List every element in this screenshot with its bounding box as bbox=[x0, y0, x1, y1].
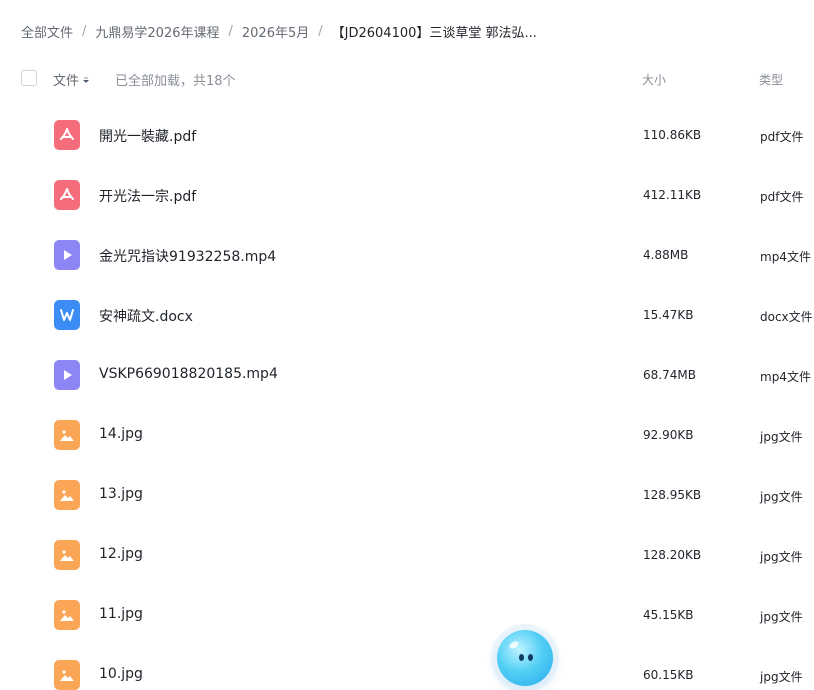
file-size: 128.20KB bbox=[643, 548, 702, 562]
file-type: mp4文件 bbox=[760, 370, 811, 384]
file-type: jpg文件 bbox=[760, 670, 803, 684]
file-type: mp4文件 bbox=[760, 250, 811, 264]
breadcrumb-item-course-folder[interactable]: 九鼎易学2026年课程 bbox=[95, 22, 219, 41]
file-type: docx文件 bbox=[760, 310, 813, 324]
file-row[interactable]: 12.jpg 128.20KB jpg文件 bbox=[0, 526, 814, 586]
file-size: 4.88MB bbox=[643, 248, 689, 262]
file-name[interactable]: 13.jpg bbox=[99, 486, 143, 502]
file-type: jpg文件 bbox=[760, 430, 803, 444]
file-name[interactable]: 開光一裝藏.pdf bbox=[99, 126, 196, 146]
mascot-shine bbox=[508, 639, 520, 651]
file-row[interactable]: VSKP669018820185.mp4 68.74MB mp4文件 bbox=[0, 346, 814, 406]
file-size: 60.15KB bbox=[643, 668, 694, 682]
breadcrumb-separator: / bbox=[228, 23, 233, 39]
file-row[interactable]: 安神疏文.docx 15.47KB docx文件 bbox=[0, 286, 814, 346]
pdf-icon bbox=[54, 180, 80, 210]
file-size: 68.74MB bbox=[643, 368, 696, 382]
sort-icon[interactable] bbox=[83, 76, 90, 83]
breadcrumb-item-month-folder[interactable]: 2026年5月 bbox=[242, 22, 309, 41]
file-name[interactable]: 开光法一宗.pdf bbox=[99, 186, 196, 206]
file-name[interactable]: 金光咒指诀91932258.mp4 bbox=[99, 246, 276, 266]
file-size: 15.47KB bbox=[643, 308, 694, 322]
assistant-mascot-icon[interactable] bbox=[497, 630, 553, 686]
file-name[interactable]: 安神疏文.docx bbox=[99, 306, 193, 326]
file-row[interactable]: 11.jpg 45.15KB jpg文件 bbox=[0, 586, 814, 646]
file-size: 128.95KB bbox=[643, 488, 702, 502]
breadcrumb: 全部文件 / 九鼎易学2026年课程 / 2026年5月 / 【JD260410… bbox=[21, 21, 537, 41]
file-name[interactable]: 10.jpg bbox=[99, 666, 143, 682]
image-icon bbox=[54, 480, 80, 510]
breadcrumb-separator: / bbox=[318, 23, 323, 39]
type-column-header[interactable]: 类型 bbox=[759, 71, 783, 88]
file-size: 92.90KB bbox=[643, 428, 694, 442]
file-type: jpg文件 bbox=[760, 490, 803, 504]
file-type: pdf文件 bbox=[760, 190, 804, 204]
file-type: pdf文件 bbox=[760, 130, 804, 144]
breadcrumb-item-current-folder: 【JD2604100】三谈草堂 郭法弘... bbox=[331, 25, 537, 41]
file-name[interactable]: 12.jpg bbox=[99, 546, 143, 562]
video-icon bbox=[54, 360, 80, 390]
file-name[interactable]: 14.jpg bbox=[99, 426, 143, 442]
file-row[interactable]: 开光法一宗.pdf 412.11KB pdf文件 bbox=[0, 166, 814, 226]
image-icon bbox=[54, 660, 80, 690]
file-size: 45.15KB bbox=[643, 608, 694, 622]
file-type: jpg文件 bbox=[760, 550, 803, 564]
file-row[interactable]: 14.jpg 92.90KB jpg文件 bbox=[0, 406, 814, 466]
file-name[interactable]: 11.jpg bbox=[99, 606, 143, 622]
file-row[interactable]: 開光一裝藏.pdf 110.86KB pdf文件 bbox=[0, 106, 814, 166]
file-row[interactable]: 金光咒指诀91932258.mp4 4.88MB mp4文件 bbox=[0, 226, 814, 286]
breadcrumb-separator: / bbox=[82, 23, 87, 39]
file-row[interactable]: 10.jpg 60.15KB jpg文件 bbox=[0, 646, 814, 690]
name-column-header[interactable]: 文件 bbox=[53, 70, 90, 89]
pdf-icon bbox=[54, 120, 80, 150]
mascot-eye-icon bbox=[519, 654, 524, 661]
video-icon bbox=[54, 240, 80, 270]
file-size: 110.86KB bbox=[643, 128, 702, 142]
select-all-checkbox[interactable] bbox=[21, 70, 37, 86]
name-column-label: 文件 bbox=[53, 74, 80, 89]
image-icon bbox=[54, 420, 80, 450]
breadcrumb-item-all-files[interactable]: 全部文件 bbox=[21, 22, 73, 41]
size-column-header[interactable]: 大小 bbox=[642, 71, 666, 88]
file-list-header: 文件 已全部加载，共18个 大小 类型 bbox=[0, 62, 814, 96]
loaded-count-text: 已全部加载，共18个 bbox=[115, 74, 236, 89]
file-size: 412.11KB bbox=[643, 188, 702, 202]
image-icon bbox=[54, 540, 80, 570]
file-list: 開光一裝藏.pdf 110.86KB pdf文件 开光法一宗.pdf 412.1… bbox=[0, 106, 814, 690]
mascot-eye-icon bbox=[528, 654, 533, 661]
file-name[interactable]: VSKP669018820185.mp4 bbox=[99, 366, 278, 382]
image-icon bbox=[54, 600, 80, 630]
word-icon bbox=[54, 300, 80, 330]
file-type: jpg文件 bbox=[760, 610, 803, 624]
file-row[interactable]: 13.jpg 128.95KB jpg文件 bbox=[0, 466, 814, 526]
